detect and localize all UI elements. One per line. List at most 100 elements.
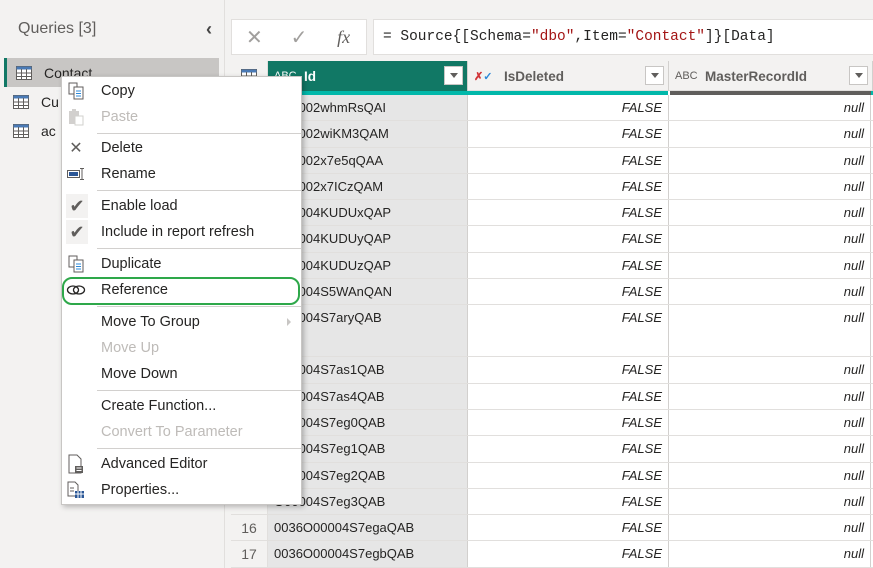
cell-masterrecordid[interactable]: null [669,279,871,305]
cell-id[interactable]: 0036O00004S7egaQAB [268,515,468,541]
check-icon: ✓ [290,26,308,49]
cell-isdeleted[interactable]: FALSE [468,279,669,305]
table-icon [13,94,29,109]
cell-masterrecordid[interactable]: null [669,147,871,173]
menu-item-delete[interactable]: ✕ Delete [62,135,301,161]
table-row: O00004S7eg2QAB FALSE null [231,462,873,489]
cell-isdeleted[interactable]: FALSE [468,147,669,173]
menu-item-rename[interactable]: Rename [62,161,301,187]
table-icon [16,65,32,80]
table-row: O00004S5WAnQAN FALSE null [231,279,873,306]
cell-isdeleted[interactable]: FALSE [468,462,669,488]
cell-isdeleted[interactable]: FALSE [468,173,669,200]
cell-isdeleted[interactable]: FALSE [468,409,669,436]
cell-masterrecordid[interactable]: null [669,226,871,252]
fx-icon: fx [337,26,351,47]
formula-text: ,Item= [574,29,627,45]
cell-masterrecordid[interactable]: null [669,200,871,226]
boolean-type-icon[interactable]: ✗✓ [474,70,496,83]
column-filter-dropdown[interactable] [444,66,463,85]
cell-isdeleted[interactable]: FALSE [468,121,669,147]
cell-masterrecordid[interactable]: null [669,383,871,409]
menu-item-include-in-report-refresh[interactable]: ✔ Include in report refresh [62,219,301,245]
cell-masterrecordid[interactable]: null [669,436,871,462]
menu-item-properties[interactable]: Properties... [62,477,301,503]
menu-item-move-to-group[interactable]: Move To Group [62,309,301,335]
formula-text: = Source{[Schema= [383,29,531,45]
commit-formula-button[interactable]: ✓ [277,20,322,54]
grid-rows: G00002whmRsQAI FALSE null G00002wiKM3QAM FAL… [231,95,873,568]
column-header-isdeleted[interactable]: ✗✓ IsDeleted [468,61,669,91]
cell-masterrecordid[interactable]: null [669,357,871,383]
cell-masterrecordid[interactable]: null [669,515,871,541]
cell-masterrecordid[interactable]: null [669,462,871,488]
cell-masterrecordid[interactable]: null [669,95,871,121]
rename-icon [66,164,86,184]
formula-input[interactable]: = Source{[Schema="dbo",Item="Contact"]}[… [373,19,873,55]
menu-item-convert-to-parameter[interactable]: Convert To Parameter [62,419,301,445]
menu-item-move-up[interactable]: Move Up [62,335,301,361]
column-header-masterrecordid[interactable]: ABC MasterRecordId [669,61,873,91]
menu-separator [97,133,301,134]
column-filter-dropdown[interactable] [849,66,868,85]
cell-masterrecordid[interactable]: null [669,252,871,279]
cell-masterrecordid[interactable]: null [669,173,871,200]
insert-function-button[interactable]: fx [321,20,366,54]
menu-item-create-function[interactable]: Create Function... [62,393,301,419]
cell-isdeleted[interactable]: FALSE [468,252,669,279]
menu-item-duplicate[interactable]: Duplicate [62,251,301,277]
row-number: 16 [231,515,268,541]
table-row: O00004KUDUzQAP FALSE null [231,252,873,280]
formula-string: "Contact" [626,29,705,45]
table-row: G00002wiKM3QAM FALSE null [231,121,873,148]
cell-masterrecordid[interactable]: null [669,541,871,567]
query-context-menu: Copy Paste ✕ Delete Rename ✔ Enable load… [61,76,302,505]
grid-header: ABC Id ✗✓ IsDeleted ABC MasterRecordId [231,61,873,91]
cell-id[interactable]: 0036O00004S7egbQAB [268,541,468,567]
column-name: Id [304,68,316,84]
submenu-arrow-icon [287,318,291,326]
formula-text: ]}[Data] [705,29,775,45]
cancel-formula-button[interactable]: ✕ [232,20,277,54]
menu-separator [97,190,301,191]
check-icon: ✔ [66,194,88,218]
column-filter-dropdown[interactable] [645,66,664,85]
cell-isdeleted[interactable]: FALSE [468,357,669,383]
table-row: 17 0036O00004S7egbQAB FALSE null [231,541,873,568]
cell-isdeleted[interactable]: FALSE [468,226,669,252]
cell-isdeleted[interactable]: FALSE [468,95,669,121]
menu-item-move-down[interactable]: Move Down [62,361,301,387]
row-number: 17 [231,541,268,567]
query-item-label: ac [41,122,56,139]
close-icon: ✕ [245,26,263,49]
cell-isdeleted[interactable]: FALSE [468,436,669,462]
text-type-icon[interactable]: ABC [675,70,698,82]
duplicate-icon [66,254,86,274]
queries-pane-title: Queries [3] [18,20,97,37]
table-row: 16 0036O00004S7egaQAB FALSE null [231,515,873,542]
cell-masterrecordid[interactable]: null [669,409,871,436]
cell-masterrecordid[interactable]: null [669,305,871,357]
menu-item-enable-load[interactable]: ✔ Enable load [62,193,301,219]
cell-isdeleted[interactable]: FALSE [468,383,669,409]
menu-separator [97,390,301,391]
menu-item-copy[interactable]: Copy [62,78,301,104]
cell-isdeleted[interactable]: FALSE [468,305,669,357]
data-grid: ABC Id ✗✓ IsDeleted ABC MasterRecordId G… [231,61,873,568]
table-row: O00004S7aryQAB FALSE null [231,305,873,358]
cell-masterrecordid[interactable]: null [669,488,871,515]
menu-item-reference[interactable]: Reference [62,277,301,303]
cell-isdeleted[interactable]: FALSE [468,488,669,515]
menu-item-advanced-editor[interactable]: Advanced Editor [62,451,301,477]
menu-separator [97,448,301,449]
cell-isdeleted[interactable]: FALSE [468,515,669,541]
cell-isdeleted[interactable]: FALSE [468,200,669,226]
cell-masterrecordid[interactable]: null [669,121,871,147]
chevron-left-icon[interactable]: ‹ [200,18,218,40]
menu-item-paste[interactable]: Paste [62,104,301,130]
cell-isdeleted[interactable]: FALSE [468,541,669,567]
advanced-editor-icon [66,454,86,474]
table-row: O00004S7as4QAB FALSE null [231,383,873,410]
table-row: O00004S7eg3QAB FALSE null [231,488,873,516]
formula-string: "dbo" [530,29,575,45]
